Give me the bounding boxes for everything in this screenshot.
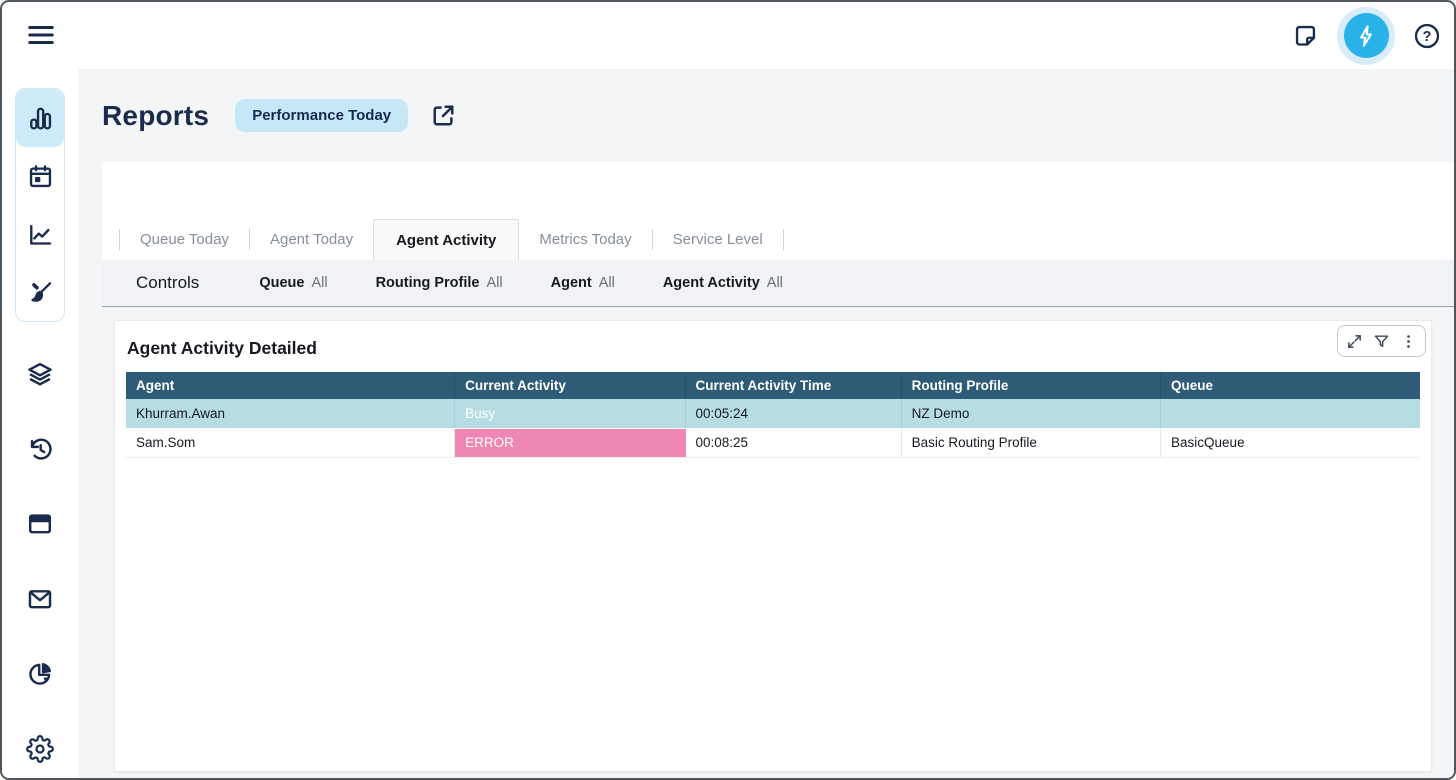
page-title: Reports (102, 100, 209, 132)
tab-service-level[interactable]: Service Level (653, 219, 783, 260)
tab-agent-activity[interactable]: Agent Activity (373, 219, 519, 260)
top-bar: ? (2, 2, 1454, 69)
widget-toolbar (1337, 325, 1426, 357)
page-header: Reports Performance Today (78, 69, 1454, 162)
cell-current-activity status-badge: ERROR (455, 428, 685, 457)
column-header-agent: Agent (126, 372, 455, 399)
table-header-row: Agent Current Activity Current Activity … (126, 372, 1420, 399)
expand-icon[interactable] (1341, 329, 1368, 353)
sidebar-item-schedule calendar-icon[interactable] (16, 147, 64, 205)
tab-divider (783, 229, 784, 250)
main-content: Reports Performance Today Queue Today Ag… (78, 69, 1454, 778)
table-row: Khurram.Awan Busy 00:05:24 NZ Demo (126, 399, 1420, 428)
cell-queue: BasicQueue (1161, 428, 1420, 457)
cell-routing-profile: NZ Demo (901, 399, 1160, 428)
sidebar-item-metrics line-chart-icon[interactable] (16, 205, 64, 263)
column-header-current-activity-time: Current Activity Time (685, 372, 901, 399)
cell-current-activity-time: 00:05:24 (685, 399, 901, 428)
hamburger-menu-icon[interactable] (26, 20, 56, 50)
filter-routing-profile[interactable]: Routing ProfileAll (376, 275, 503, 291)
cell-agent: Sam.Som (126, 428, 455, 457)
sidebar-secondary-group (2, 360, 78, 763)
filter-queue[interactable]: QueueAll (259, 275, 327, 291)
sidebar-item-reports bar-chart-icon[interactable] (16, 89, 64, 147)
table-row: Sam.Som ERROR 00:08:25 Basic Routing Pro… (126, 428, 1420, 457)
topbar-actions: ? (1292, 2, 1441, 69)
cell-routing-profile: Basic Routing Profile (901, 428, 1160, 457)
sidebar-item-dashboards pie-chart-icon[interactable] (16, 660, 64, 688)
tab-metrics-today[interactable]: Metrics Today (519, 219, 651, 260)
filter-agent-activity[interactable]: Agent ActivityAll (663, 275, 783, 291)
performance-today-badge[interactable]: Performance Today (235, 99, 408, 132)
cell-current-activity status-badge: Busy (455, 399, 685, 428)
cell-agent: Khurram.Awan (126, 399, 455, 428)
report-tabs: Queue Today Agent Today Agent Activity M… (102, 162, 1454, 260)
cell-current-activity-time: 00:08:25 (685, 428, 901, 457)
sidebar-item-settings gear-icon[interactable] (16, 735, 64, 763)
note-icon[interactable] (1292, 22, 1319, 49)
agent-activity-widget: Agent Activity Detailed Agent Current Ac… (114, 320, 1432, 772)
widget-title: Agent Activity Detailed (127, 338, 1431, 359)
sidebar-item-email mail-icon[interactable] (16, 585, 64, 613)
column-header-queue: Queue (1161, 372, 1420, 399)
left-sidebar (2, 69, 78, 778)
filter-agent[interactable]: AgentAll (551, 275, 615, 291)
cell-queue (1161, 399, 1420, 428)
tab-queue-today[interactable]: Queue Today (120, 219, 249, 260)
app-window: ? (0, 0, 1456, 780)
filter-icon[interactable] (1368, 329, 1395, 353)
sidebar-item-layers layers-icon[interactable] (16, 360, 64, 388)
controls-label: Controls (136, 273, 199, 293)
flash-button[interactable] (1344, 13, 1389, 58)
sidebar-item-history history-icon[interactable] (16, 435, 64, 463)
sidebar-item-workspace browser-icon[interactable] (16, 510, 64, 538)
agent-activity-table: Agent Current Activity Current Activity … (126, 372, 1420, 458)
column-header-current-activity: Current Activity (455, 372, 685, 399)
sidebar-item-designer brush-icon[interactable] (16, 263, 64, 321)
svg-text:?: ? (1423, 29, 1432, 45)
flash-button-halo (1337, 7, 1395, 65)
tab-agent-today[interactable]: Agent Today (250, 219, 373, 260)
kebab-menu-icon[interactable] (1395, 329, 1422, 353)
sidebar-analytics-group (15, 88, 65, 322)
external-link-icon[interactable] (430, 102, 457, 129)
controls-bar: Controls QueueAll Routing ProfileAll Age… (102, 260, 1454, 307)
column-header-routing-profile: Routing Profile (901, 372, 1160, 399)
help-icon[interactable]: ? (1413, 22, 1441, 50)
